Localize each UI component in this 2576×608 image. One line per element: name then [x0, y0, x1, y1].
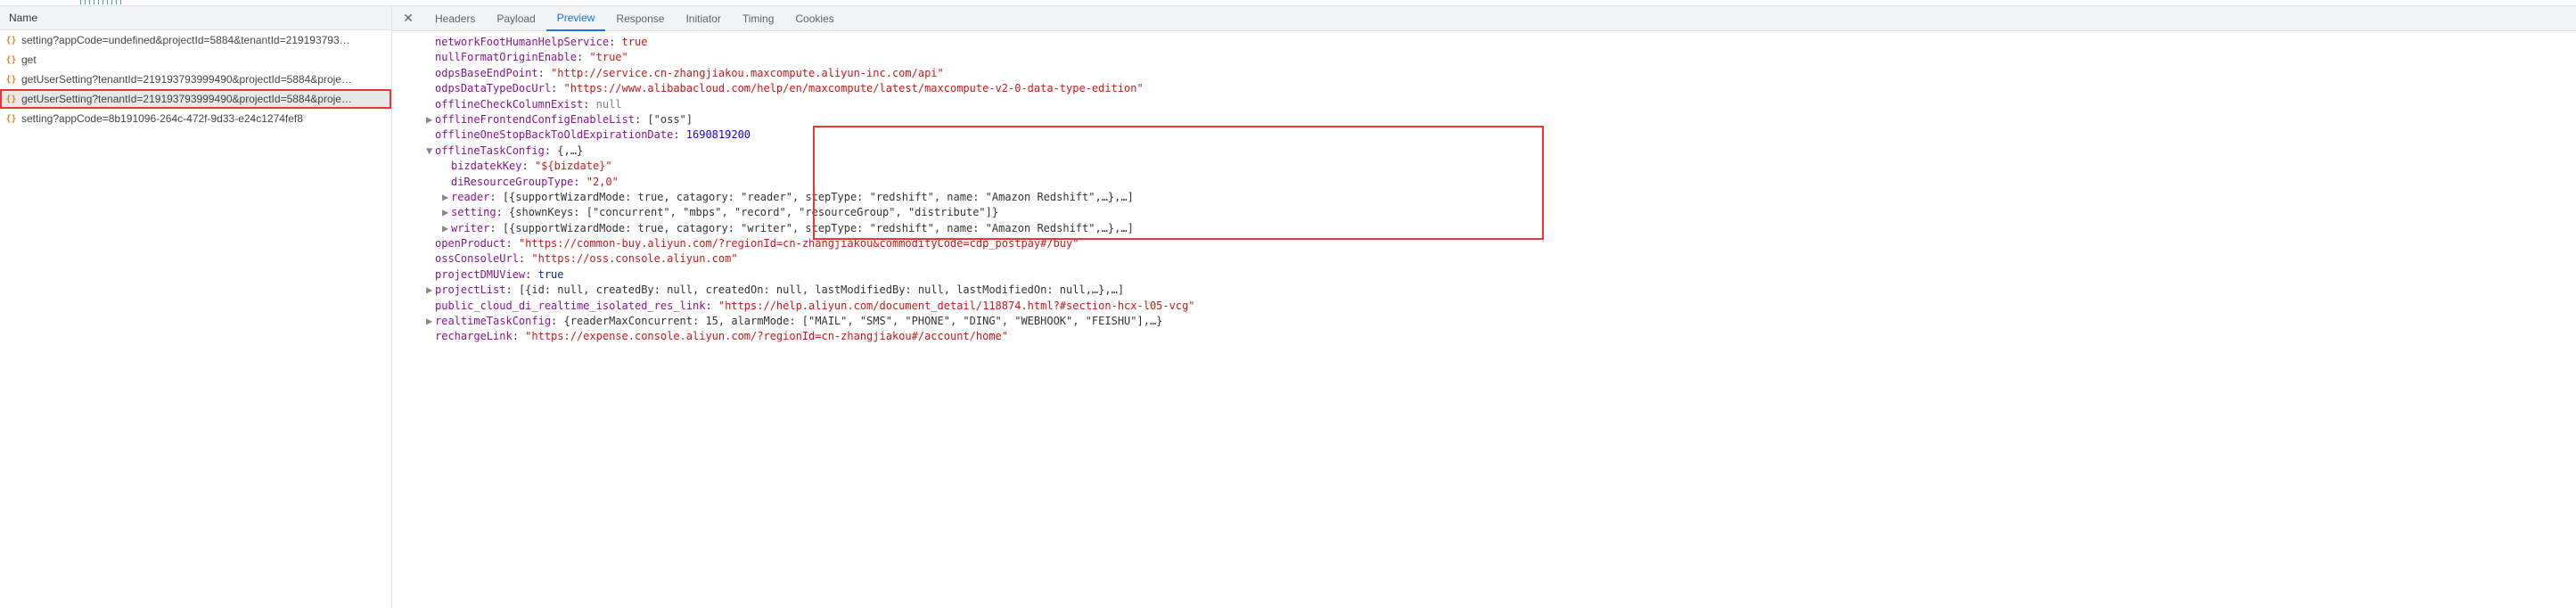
json-line[interactable]: offlineOneStopBackToOldExpirationDate: 1… — [399, 127, 2576, 143]
json-line[interactable]: public_cloud_di_realtime_isolated_res_li… — [399, 299, 2576, 314]
tab-initiator[interactable]: Initiator — [675, 7, 731, 30]
json-icon: {} — [5, 74, 17, 86]
json-line[interactable]: offlineCheckColumnExist: null — [399, 97, 2576, 112]
request-list-panel: Name {} setting?appCode=undefined&projec… — [0, 6, 392, 608]
request-name: setting?appCode=8b191096-264c-472f-9d33-… — [21, 112, 303, 125]
json-line[interactable]: odpsDataTypeDocUrl: "https://www.alibaba… — [399, 81, 2576, 96]
tab-headers[interactable]: Headers — [424, 7, 486, 30]
json-line[interactable]: odpsBaseEndPoint: "http://service.cn-zha… — [399, 66, 2576, 81]
request-row[interactable]: {} setting?appCode=8b191096-264c-472f-9d… — [0, 109, 391, 128]
request-row[interactable]: {} getUserSetting?tenantId=2191937939994… — [0, 70, 391, 89]
json-line[interactable]: ▶writer: [{supportWizardMode: true, cata… — [399, 221, 2576, 236]
tab-payload[interactable]: Payload — [486, 7, 546, 30]
detail-panel: ✕ Headers Payload Preview Response Initi… — [392, 6, 2576, 608]
json-line[interactable]: ossConsoleUrl: "https://oss.console.aliy… — [399, 251, 2576, 267]
json-line[interactable]: networkFootHumanHelpService: true — [399, 35, 2576, 50]
request-row[interactable]: {} setting?appCode=undefined&projectId=5… — [0, 30, 391, 50]
json-icon: {} — [5, 94, 17, 105]
tab-cookies[interactable]: Cookies — [784, 7, 844, 30]
detail-tabs-bar: ✕ Headers Payload Preview Response Initi… — [392, 6, 2576, 31]
expand-arrow-icon[interactable]: ▶ — [442, 190, 451, 205]
expand-arrow-icon[interactable]: ▶ — [442, 221, 451, 236]
json-line[interactable]: ▶reader: [{supportWizardMode: true, cata… — [399, 190, 2576, 205]
json-preview[interactable]: networkFootHumanHelpService: true nullFo… — [392, 31, 2576, 608]
request-row[interactable]: {} get — [0, 50, 391, 70]
json-line[interactable]: rechargeLink: "https://expense.console.a… — [399, 329, 2576, 344]
tab-timing[interactable]: Timing — [732, 7, 785, 30]
expand-arrow-icon[interactable]: ▶ — [426, 314, 435, 329]
expand-arrow-icon[interactable]: ▶ — [426, 283, 435, 298]
tab-response[interactable]: Response — [605, 7, 675, 30]
expand-arrow-icon[interactable]: ▶ — [442, 205, 451, 220]
expand-arrow-icon[interactable]: ▶ — [426, 112, 435, 127]
request-list-header[interactable]: Name — [0, 6, 391, 30]
json-line[interactable]: openProduct: "https://common-buy.aliyun.… — [399, 236, 2576, 251]
json-icon: {} — [5, 113, 17, 125]
json-line[interactable]: ▶offlineFrontendConfigEnableList: ["oss"… — [399, 112, 2576, 127]
request-name: setting?appCode=undefined&projectId=5884… — [21, 34, 350, 46]
json-line[interactable]: ▶setting: {shownKeys: ["concurrent", "mb… — [399, 205, 2576, 220]
close-icon[interactable]: ✕ — [399, 10, 417, 28]
json-line[interactable]: ▶realtimeTaskConfig: {readerMaxConcurren… — [399, 314, 2576, 329]
collapse-arrow-icon[interactable]: ▼ — [426, 144, 435, 159]
request-name: getUserSetting?tenantId=219193793999490&… — [21, 93, 352, 105]
request-name: getUserSetting?tenantId=219193793999490&… — [21, 73, 352, 86]
request-list: {} setting?appCode=undefined&projectId=5… — [0, 30, 391, 608]
json-line[interactable]: diResourceGroupType: "2,0" — [399, 175, 2576, 190]
json-line[interactable]: nullFormatOriginEnable: "true" — [399, 50, 2576, 65]
json-icon: {} — [5, 35, 17, 46]
json-line[interactable]: ▶projectList: [{id: null, createdBy: nul… — [399, 283, 2576, 298]
json-line[interactable]: bizdatekKey: "${bizdate}" — [399, 159, 2576, 174]
json-line[interactable]: projectDMUView: true — [399, 267, 2576, 283]
json-line[interactable]: ▼offlineTaskConfig: {,…} — [399, 144, 2576, 159]
tab-preview[interactable]: Preview — [546, 6, 606, 31]
timeline-ruler — [0, 0, 2576, 6]
request-row-selected[interactable]: {} getUserSetting?tenantId=2191937939994… — [0, 89, 391, 109]
json-icon: {} — [5, 54, 17, 66]
request-name: get — [21, 53, 37, 66]
